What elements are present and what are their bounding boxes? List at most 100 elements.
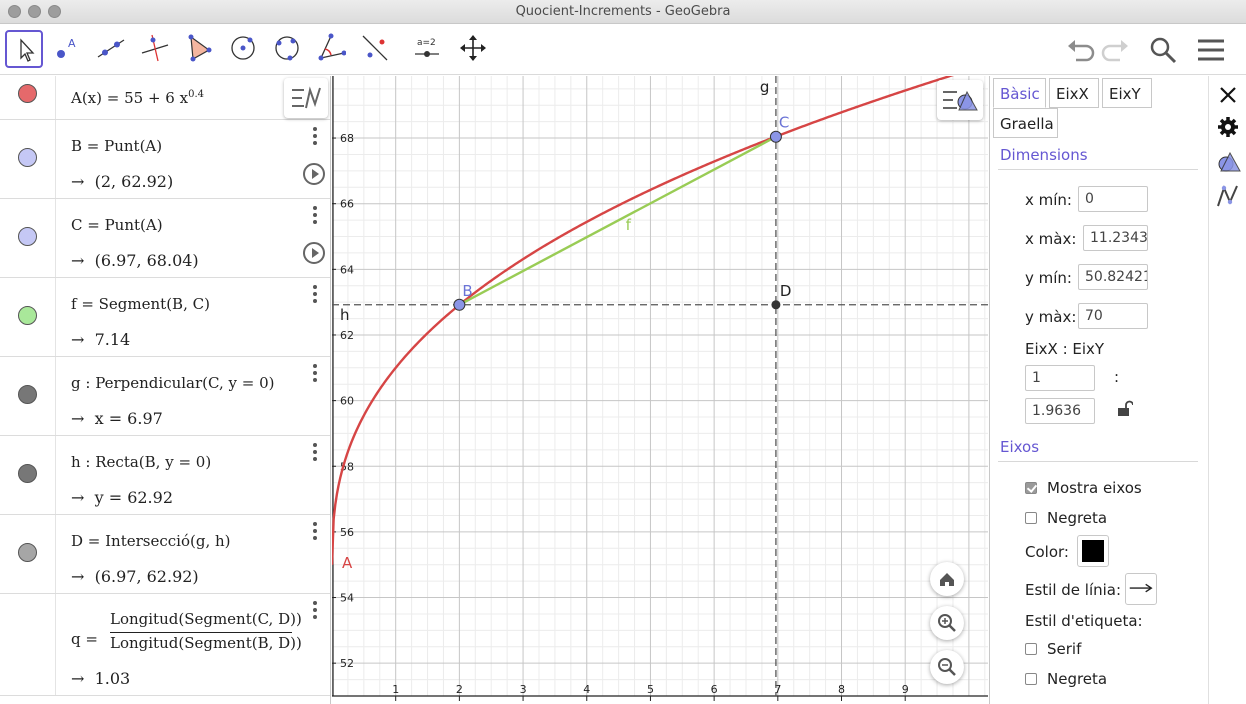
xmax-input[interactable]: 11.23438 bbox=[1083, 225, 1148, 251]
search-button[interactable] bbox=[1147, 34, 1179, 66]
definition-q-lhs: q = bbox=[71, 630, 98, 648]
axis-color-button[interactable] bbox=[1077, 535, 1109, 567]
x-tick-label: 5 bbox=[647, 683, 654, 696]
function-graph-icon bbox=[1217, 185, 1238, 207]
definition-D: D = Intersecció(g, h) bbox=[71, 532, 231, 550]
home-view-button[interactable] bbox=[930, 562, 964, 596]
perpendicular-tool[interactable] bbox=[137, 30, 175, 68]
visibility-toggle[interactable] bbox=[18, 148, 37, 167]
tab-basic[interactable]: Bàsic bbox=[993, 78, 1046, 108]
arrow-right-icon bbox=[1129, 583, 1153, 593]
show-axes-checkbox[interactable] bbox=[1025, 482, 1037, 494]
algebra-style-bar-button[interactable] bbox=[284, 78, 328, 118]
tab-axis-y[interactable]: EixY bbox=[1102, 78, 1152, 108]
dimensions-section-title: Dimensions bbox=[1000, 146, 1088, 164]
ellipse-tool[interactable] bbox=[269, 30, 307, 68]
row-menu-button[interactable] bbox=[308, 443, 322, 463]
y-tick-label: 62 bbox=[340, 329, 354, 342]
algebra-row-C[interactable]: C = Punt(A) → (6.97, 68.04) bbox=[0, 199, 330, 278]
redo-button[interactable] bbox=[1100, 34, 1132, 66]
grid-minor bbox=[332, 76, 988, 697]
ratio-y-input[interactable]: 1.9636 bbox=[1025, 398, 1095, 424]
point-B[interactable] bbox=[453, 298, 466, 311]
row-menu-button[interactable] bbox=[308, 522, 322, 542]
visibility-toggle[interactable] bbox=[18, 385, 37, 404]
ymin-input[interactable]: 50.82421 bbox=[1078, 264, 1148, 290]
row-menu-button[interactable] bbox=[308, 206, 322, 226]
visibility-toggle[interactable] bbox=[18, 543, 37, 562]
graphics-canvas[interactable]: 1 2 3 4 5 6 7 8 9525456586062646668 A B C D f g … bbox=[332, 76, 988, 704]
xmin-input[interactable]: 0 bbox=[1078, 186, 1148, 212]
algebra-row-D[interactable]: D = Intersecció(g, h) → (6.97, 62.92) bbox=[0, 515, 330, 594]
play-animation-button[interactable] bbox=[303, 242, 325, 264]
settings-button[interactable] bbox=[1216, 115, 1240, 139]
hamburger-menu-icon bbox=[1198, 39, 1224, 61]
circle-tool[interactable] bbox=[225, 30, 263, 68]
slider-tool[interactable]: a=2 bbox=[409, 30, 447, 68]
row-menu-button[interactable] bbox=[308, 601, 322, 621]
row-menu-button[interactable] bbox=[308, 127, 322, 147]
y-tick-label: 54 bbox=[340, 592, 354, 605]
row-menu-button[interactable] bbox=[308, 285, 322, 305]
algebra-row-h[interactable]: h : Recta(B, y = 0) → y = 62.92 bbox=[0, 436, 330, 515]
menu-button[interactable] bbox=[1195, 34, 1227, 66]
tab-axis-x[interactable]: EixX bbox=[1049, 78, 1099, 108]
label-g: g bbox=[760, 78, 770, 96]
polygon-tool[interactable] bbox=[181, 30, 219, 68]
x-tick-label: 6 bbox=[711, 683, 718, 696]
y-tick-label: 66 bbox=[340, 198, 354, 211]
value-f: → 7.14 bbox=[71, 330, 131, 349]
graphics-view[interactable]: 1 2 3 4 5 6 7 8 9 52 54 56 58 60 62 64 66 68 A B C D f g … bbox=[332, 76, 988, 704]
move-tool[interactable] bbox=[5, 30, 43, 68]
tab-grid[interactable]: Graella bbox=[993, 108, 1058, 138]
y-tick-label: 56 bbox=[340, 526, 354, 539]
x-tick-label: 8 bbox=[838, 683, 845, 696]
visibility-toggle[interactable] bbox=[18, 464, 37, 483]
bold-axes-checkbox[interactable] bbox=[1025, 512, 1037, 524]
algebra-properties-button[interactable] bbox=[1215, 184, 1241, 208]
y-tick-label: 60 bbox=[340, 395, 354, 408]
unlock-icon[interactable] bbox=[1117, 400, 1134, 418]
zoom-out-button[interactable] bbox=[930, 650, 964, 684]
algebra-row-f[interactable]: f = Segment(B, C) → 7.14 bbox=[0, 278, 330, 357]
ymax-input[interactable]: 70 bbox=[1078, 303, 1148, 329]
algebra-row-A[interactable]: A(x) = 55 + 6 x0.4 bbox=[0, 76, 330, 120]
graphics-style-bar-button[interactable] bbox=[937, 80, 983, 120]
serif-checkbox[interactable] bbox=[1025, 643, 1037, 655]
graphics-properties-button[interactable] bbox=[1215, 150, 1241, 174]
undo-button[interactable] bbox=[1064, 34, 1096, 66]
angle-tool[interactable] bbox=[313, 30, 351, 68]
slider-icon: a=2 bbox=[415, 38, 439, 57]
reflect-tool[interactable] bbox=[357, 30, 395, 68]
point-D[interactable] bbox=[771, 300, 781, 310]
shapes-icon bbox=[1218, 151, 1241, 172]
fraction-bar bbox=[110, 632, 292, 633]
close-properties-button[interactable] bbox=[1217, 84, 1239, 106]
algebra-row-g[interactable]: g : Perpendicular(C, y = 0) → x = 6.97 bbox=[0, 357, 330, 436]
perpendicular-line-icon bbox=[141, 34, 169, 62]
zoom-in-button[interactable] bbox=[930, 606, 964, 640]
row-menu-button[interactable] bbox=[308, 364, 322, 384]
visibility-toggle[interactable] bbox=[18, 84, 37, 103]
algebra-row-q[interactable]: q = Longitud(Segment(C, D)) Longitud(Seg… bbox=[0, 594, 330, 696]
definition-q-denominator: Longitud(Segment(B, D)) bbox=[110, 634, 302, 652]
bold-label-label: Negreta bbox=[1047, 670, 1108, 688]
bold-label-checkbox[interactable] bbox=[1025, 673, 1037, 685]
visibility-toggle[interactable] bbox=[18, 306, 37, 325]
line-tool[interactable] bbox=[93, 30, 131, 68]
point-icon: A bbox=[57, 37, 76, 58]
polygon-icon bbox=[188, 34, 212, 62]
label-A: A bbox=[342, 554, 353, 572]
x-tick-label: 3 bbox=[520, 683, 527, 696]
move-view-tool[interactable] bbox=[455, 30, 493, 68]
line-style-button[interactable] bbox=[1125, 573, 1157, 605]
point-tool[interactable]: A bbox=[49, 30, 87, 68]
algebra-row-B[interactable]: B = Punt(A) → (2, 62.92) bbox=[0, 120, 330, 199]
visibility-toggle[interactable] bbox=[18, 227, 37, 246]
ratio-x-input[interactable]: 1 bbox=[1025, 365, 1095, 391]
redo-icon bbox=[1101, 40, 1128, 62]
point-C[interactable] bbox=[769, 130, 782, 143]
x-tick-label: 2 bbox=[456, 683, 463, 696]
play-animation-button[interactable] bbox=[303, 163, 325, 185]
move-cross-icon bbox=[460, 35, 486, 61]
